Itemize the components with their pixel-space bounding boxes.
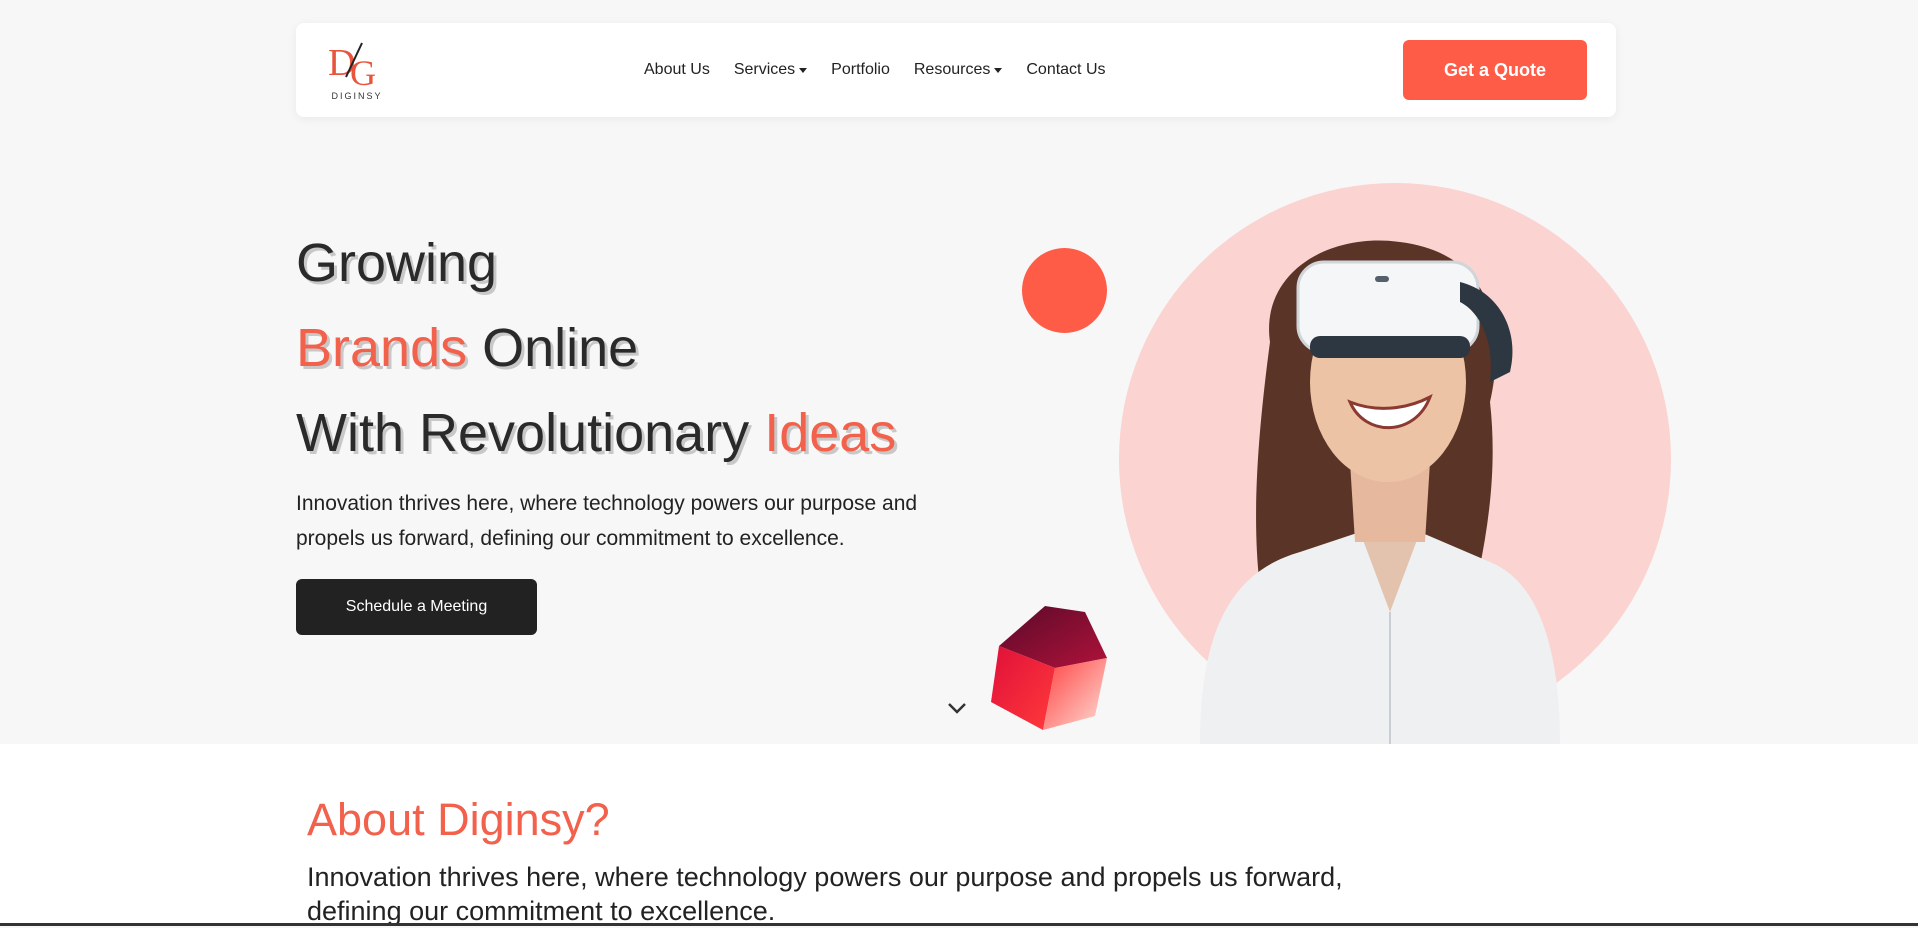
nav-services[interactable]: Services — [733, 61, 808, 79]
hero-headline-accent: Brands — [296, 318, 468, 378]
nav-about-us-label: About Us — [644, 61, 710, 78]
woman-vr-headset-illustration — [1200, 240, 1560, 744]
schedule-meeting-button[interactable]: Schedule a Meeting — [296, 579, 537, 635]
nav-contact-us[interactable]: Contact Us — [1026, 61, 1105, 79]
about-title: About Diginsy? — [307, 794, 610, 845]
chevron-down-icon[interactable] — [946, 700, 968, 716]
hero-headline-line-1: Growing — [296, 232, 497, 294]
get-a-quote-button[interactable]: Get a Quote — [1403, 40, 1587, 100]
caret-down-icon — [994, 67, 1003, 73]
decorative-red-dot — [1022, 248, 1107, 333]
hero-headline-text: Online — [467, 318, 639, 378]
nav-services-label: Services — [733, 61, 796, 78]
hero-headline-accent: Ideas — [764, 403, 897, 463]
brand-logo[interactable]: D G DIGINSY — [326, 37, 388, 103]
hero-subtitle: Innovation thrives here, where technolog… — [296, 492, 918, 550]
about-text: Innovation thrives here, where technolog… — [307, 862, 1343, 926]
nav-portfolio-label: Portfolio — [831, 61, 890, 78]
hero-headline-word: Growing — [296, 233, 498, 293]
hero-headline-line-3: With Revolutionary Ideas — [296, 402, 896, 464]
navbar: D G DIGINSY About Us Services Portfolio … — [296, 23, 1616, 117]
nav-resources-label: Resources — [913, 61, 991, 78]
nav-portfolio[interactable]: Portfolio — [831, 61, 890, 79]
nav-contact-us-label: Contact Us — [1026, 61, 1106, 78]
logo-wordmark: DIGINSY — [331, 91, 383, 101]
caret-down-icon — [799, 67, 808, 73]
red-cube-icon — [991, 606, 1107, 730]
hero-headline-line-2: Brands Online — [296, 317, 638, 379]
hero-headline-text: With Revolutionary — [296, 403, 765, 463]
nav-links: About Us Services Portfolio Resources Co… — [644, 23, 1106, 117]
dg-logo-mark: D G — [328, 42, 376, 89]
nav-about-us[interactable]: About Us — [644, 61, 710, 79]
nav-resources[interactable]: Resources — [913, 61, 1003, 79]
